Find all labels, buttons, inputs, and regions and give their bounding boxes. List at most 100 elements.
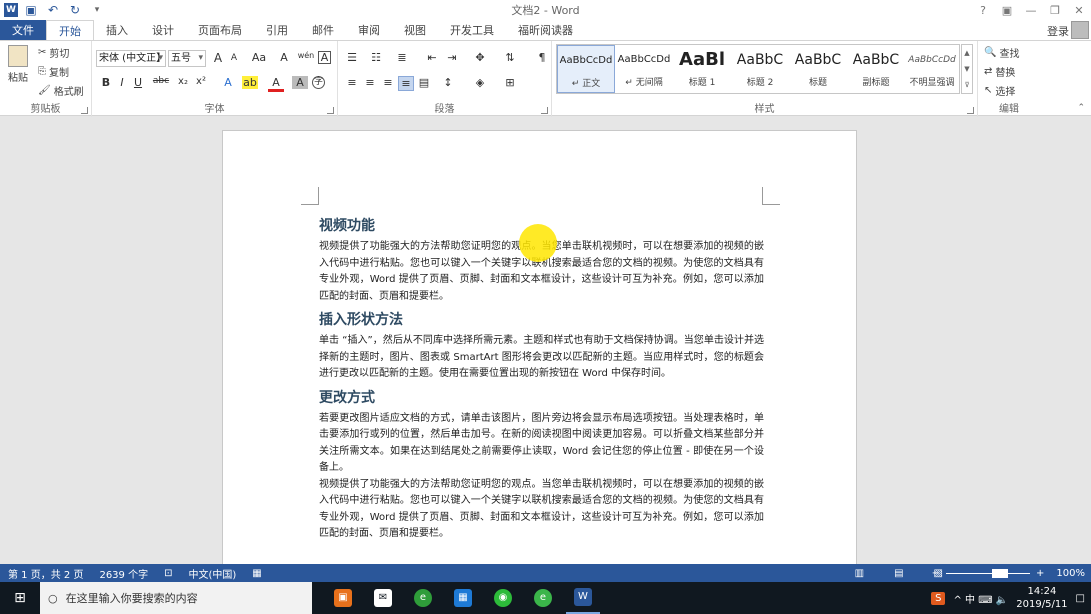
tab-mailings[interactable]: 邮件 (300, 20, 346, 40)
tab-file[interactable]: 文件 (0, 20, 46, 40)
document-content[interactable]: 视频功能 视频提供了功能强大的方法帮助您证明您的观点。当您单击联机视频时，可以在… (319, 213, 764, 543)
document-page[interactable]: 视频功能 视频提供了功能强大的方法帮助您证明您的观点。当您单击联机视频时，可以在… (222, 130, 857, 564)
highlight-icon[interactable]: ab (242, 76, 258, 89)
customize-qat-icon[interactable]: ▾ (88, 2, 106, 18)
minimize-button[interactable]: — (1019, 0, 1043, 20)
chinese-layout-icon[interactable]: ✥ (472, 51, 488, 64)
zoom-slider[interactable] (946, 568, 1031, 578)
browser-icon[interactable]: e (406, 582, 440, 614)
clock[interactable]: 14:24 2019/5/11 (1016, 585, 1067, 611)
change-case-button[interactable]: Aa (248, 51, 270, 64)
superscript-button[interactable]: x² (192, 76, 210, 87)
tab-design[interactable]: 设计 (140, 20, 186, 40)
paste-button[interactable]: 粘贴 (8, 45, 28, 84)
proofing-icon[interactable]: ⊡ (156, 568, 180, 579)
show-marks-icon[interactable]: ¶ (534, 51, 550, 64)
bullets-icon[interactable]: ☰ (344, 51, 360, 64)
sogou-ime-icon[interactable]: S (931, 591, 946, 605)
style-no-spacing[interactable]: AaBbCcDd ↵ 无间隔 (615, 45, 673, 93)
clear-format-button[interactable]: A (276, 51, 292, 64)
replace-button[interactable]: ⇄ 替换 (984, 64, 1015, 79)
tray-icons[interactable]: ^ 中 ⌨ 🔈 (953, 591, 1008, 606)
phonetic-guide-button[interactable]: wén (296, 51, 316, 60)
char-shading-icon[interactable]: A (292, 76, 308, 89)
bold-button[interactable]: B (98, 76, 114, 89)
redo-icon[interactable]: ↻ (66, 2, 84, 18)
format-painter-button[interactable]: 🖌 格式刷 (38, 83, 84, 98)
windows-start-icon[interactable]: ⊞ (0, 582, 40, 614)
borders-icon[interactable]: ⊞ (502, 76, 518, 89)
close-button[interactable]: ✕ (1067, 0, 1091, 20)
strikethrough-button[interactable]: abc (150, 76, 172, 86)
page-count[interactable]: 第 1 页，共 2 页 (0, 566, 91, 581)
decrease-indent-icon[interactable]: ⇤ (424, 51, 440, 64)
notification-icon[interactable]: □ (1076, 593, 1085, 604)
language-status[interactable]: 中文(中国) (180, 566, 244, 581)
select-button[interactable]: ↖ 选择 (984, 83, 1015, 98)
style-heading-1[interactable]: AaBl 标题 1 (673, 45, 731, 93)
increase-indent-icon[interactable]: ⇥ (444, 51, 460, 64)
find-button[interactable]: 🔍 查找 (984, 45, 1019, 60)
sort-icon[interactable]: ⇅ (502, 51, 518, 64)
help-button[interactable]: ? (971, 0, 995, 20)
shading-icon[interactable]: ◈ (472, 76, 488, 89)
shrink-font-button[interactable]: A (226, 53, 242, 63)
style-title[interactable]: AaBbC 标题 (789, 45, 847, 93)
align-left-icon[interactable]: ≡ (344, 76, 360, 89)
style-normal[interactable]: AaBbCcDd ↵ 正文 (557, 45, 615, 93)
tab-home[interactable]: 开始 (46, 20, 94, 40)
font-launcher-icon[interactable] (327, 107, 334, 114)
green-app-icon[interactable]: e (526, 582, 560, 614)
macro-record-icon[interactable]: ▦ (244, 568, 269, 579)
align-right-icon[interactable]: ≡ (380, 76, 396, 89)
taskbar-search[interactable]: ○ 在这里输入你要搜索的内容 (40, 582, 312, 614)
tab-references[interactable]: 引用 (254, 20, 300, 40)
subscript-button[interactable]: x₂ (174, 76, 192, 87)
store-icon[interactable]: ▣ (326, 582, 360, 614)
undo-icon[interactable]: ↶ (44, 2, 62, 18)
font-size-combo[interactable]: 五号 (168, 50, 206, 67)
styles-scroll[interactable]: ▲ ▼ ⊽ (961, 44, 973, 94)
char-border-button[interactable]: A (318, 51, 331, 64)
tab-insert[interactable]: 插入 (94, 20, 140, 40)
app-grid-icon[interactable]: ▦ (446, 582, 480, 614)
multilevel-list-icon[interactable]: ≣ (394, 51, 410, 64)
line-spacing-icon[interactable]: ↕ (440, 76, 456, 89)
collapse-ribbon-icon[interactable]: ⌃ (1077, 103, 1085, 113)
clipboard-launcher-icon[interactable] (81, 107, 88, 114)
tab-view[interactable]: 视图 (392, 20, 438, 40)
word-taskbar-icon[interactable]: W (566, 582, 600, 614)
avatar[interactable] (1071, 21, 1089, 39)
styles-launcher-icon[interactable] (967, 107, 974, 114)
tab-review[interactable]: 审阅 (346, 20, 392, 40)
font-name-combo[interactable]: 宋体 (中文正】 (96, 50, 166, 67)
style-subtle-emphasis[interactable]: AaBbCcDd 不明显强调 (905, 45, 959, 93)
enclose-char-icon[interactable]: 字 (312, 76, 325, 89)
font-color-icon[interactable]: A (268, 76, 284, 92)
tab-developer[interactable]: 开发工具 (438, 20, 506, 40)
copy-button[interactable]: ⎘ 复制 (38, 64, 69, 79)
zoom-in-button[interactable]: + (1036, 568, 1044, 579)
align-center-icon[interactable]: ≡ (362, 76, 378, 89)
cut-button[interactable]: ✂ 剪切 (38, 45, 69, 60)
zoom-slider-knob[interactable] (992, 568, 1009, 578)
underline-button[interactable]: U (130, 76, 146, 89)
zoom-level[interactable]: 100% (1050, 568, 1085, 579)
restore-button[interactable]: ❐ (1043, 0, 1067, 20)
print-layout-icon[interactable]: ▤ (886, 568, 911, 579)
numbering-icon[interactable]: ☷ (368, 51, 384, 64)
justify-icon[interactable]: ≡ (398, 76, 414, 91)
word-count[interactable]: 2639 个字 (91, 566, 156, 581)
wechat-icon[interactable]: ◉ (486, 582, 520, 614)
style-subtitle[interactable]: AaBbC 副标题 (847, 45, 905, 93)
login-link[interactable]: 登录 (1047, 23, 1069, 39)
grow-font-button[interactable]: A (210, 51, 226, 65)
save-icon[interactable]: ▣ (22, 2, 40, 18)
read-mode-icon[interactable]: ▥ (847, 568, 872, 579)
text-effects-icon[interactable]: A (220, 76, 236, 89)
distributed-icon[interactable]: ▤ (416, 76, 432, 89)
paragraph-launcher-icon[interactable] (541, 107, 548, 114)
ribbon-display-button[interactable]: ▣ (995, 0, 1019, 20)
tab-layout[interactable]: 页面布局 (186, 20, 254, 40)
tab-foxit[interactable]: 福昕阅读器 (506, 20, 585, 40)
